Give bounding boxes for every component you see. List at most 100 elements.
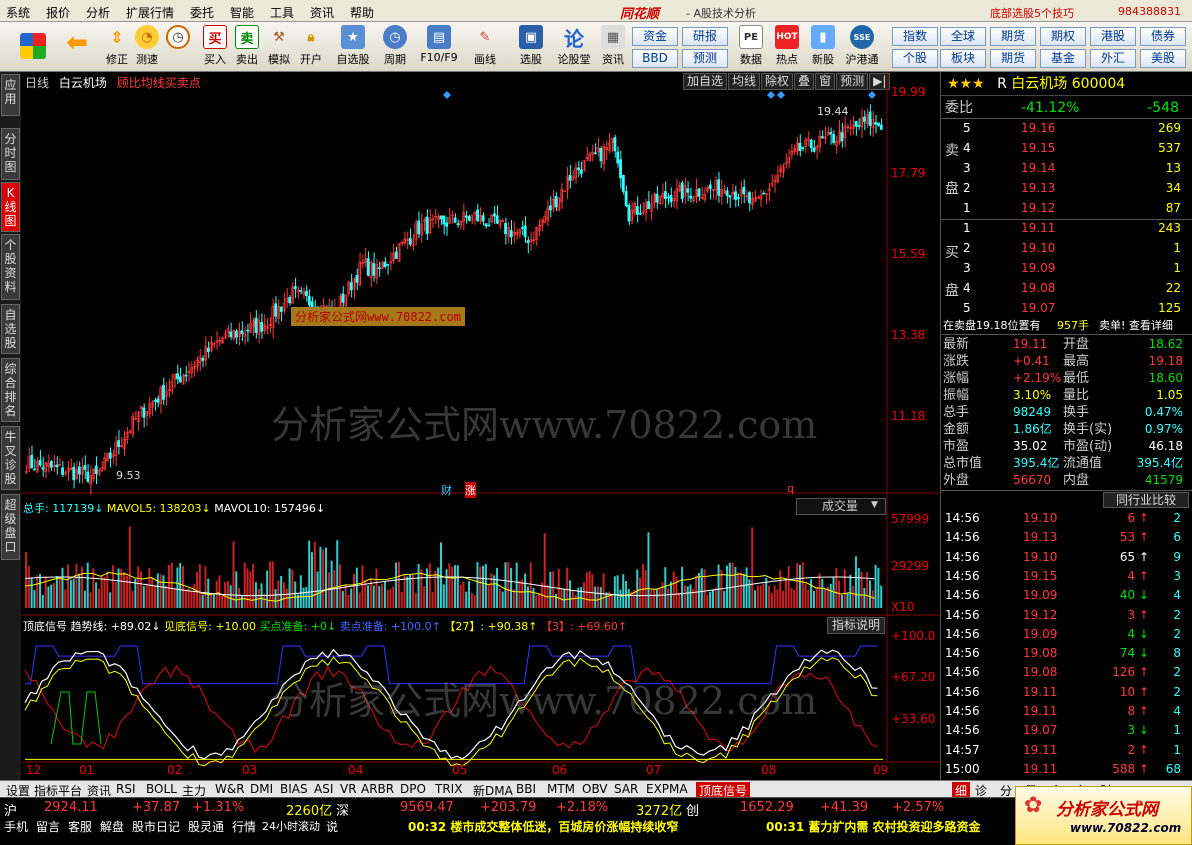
book-row[interactable]: 14:56 19.13 53 ↑ 6	[941, 529, 1192, 546]
sheet-tab[interactable]: OBV	[582, 782, 608, 796]
draw-line-button[interactable]: ✎ 画线	[470, 25, 500, 69]
sheet-tab[interactable]: VR	[340, 782, 357, 796]
menu-item-news[interactable]: 资讯	[310, 4, 334, 21]
left-tab-watchlist[interactable]: 自选股	[1, 304, 20, 354]
quick-bbd[interactable]: BBD	[632, 49, 678, 68]
book-row[interactable]: 1 19.11 243	[941, 220, 1192, 237]
hk-connect-button[interactable]: SSE 沪港通	[842, 25, 882, 69]
menu-item-tools[interactable]: 工具	[270, 4, 294, 21]
news-ticker-1[interactable]: 00:32 楼市成交整体低迷，百城房价涨幅持续收窄	[408, 818, 678, 835]
bottom-link[interactable]: 24小时滚动	[262, 818, 320, 834]
sheet-tab[interactable]: SAR	[614, 782, 638, 796]
stock-pick-button[interactable]: ▣ 选股	[516, 25, 546, 69]
book-row[interactable]: 5 19.16 269	[941, 120, 1192, 137]
chevron-down-icon[interactable]: ▼	[871, 500, 878, 510]
bottom-link[interactable]: 股市日记	[132, 818, 180, 835]
book-row[interactable]: 14:56 19.10 6 ↑ 2	[941, 510, 1192, 527]
simulate-button[interactable]: ⚒ 模拟	[264, 25, 294, 69]
rise-marker[interactable]: 涨	[465, 482, 476, 498]
book-row[interactable]: 涨跌 +0.41 最高 19.18	[941, 353, 1192, 370]
book-row[interactable]: 外盘 56670 内盘 41579	[941, 472, 1192, 489]
bottom-link[interactable]: 股灵通	[188, 818, 224, 835]
sheet-tab[interactable]: BOLL	[146, 782, 177, 796]
sheet-tab[interactable]: ASI	[314, 782, 333, 796]
menu-item-smart[interactable]: 智能	[230, 4, 254, 21]
book-row[interactable]: 总市值 395.4亿 流通值 395.4亿	[941, 455, 1192, 472]
quick-us[interactable]: 美股	[1140, 49, 1186, 68]
left-tab-diagnose[interactable]: 牛叉诊股	[1, 426, 20, 490]
book-row[interactable]: 涨幅 +2.19% 最低 18.60	[941, 370, 1192, 387]
quick-fund[interactable]: 资金	[632, 27, 678, 46]
book-row[interactable]: 4 19.15 537	[941, 140, 1192, 157]
layout-button[interactable]	[18, 25, 48, 69]
book-row[interactable]: 金额 1.86亿 换手(实) 0.97%	[941, 421, 1192, 438]
sheet-tab[interactable]: EXPMA	[646, 782, 688, 796]
sheet-tab[interactable]: DMI	[250, 782, 273, 796]
q-marker[interactable]: q	[787, 482, 794, 495]
bottom-link[interactable]: 手机	[4, 818, 28, 835]
menu-item-system[interactable]: 系统	[6, 4, 30, 21]
book-row[interactable]: 14:56 19.11 8 ↑ 4	[941, 703, 1192, 720]
sheet-tab[interactable]: TRIX	[435, 782, 462, 796]
book-row[interactable]: 1 19.12 87	[941, 200, 1192, 217]
quick-futures-2[interactable]: 期货	[990, 49, 1036, 68]
book-row[interactable]: 2 19.13 34	[941, 180, 1192, 197]
menu-item-analysis[interactable]: 分析	[86, 4, 110, 21]
left-tab-profile[interactable]: 个股资料	[1, 234, 20, 300]
book-row[interactable]: 总手 98249 换手 0.47%	[941, 404, 1192, 421]
quick-forex[interactable]: 外汇	[1090, 49, 1136, 68]
info-button[interactable]: ▦ 资讯	[598, 25, 628, 69]
left-tab-ranking[interactable]: 综合排名	[1, 358, 20, 422]
book-row[interactable]: 振幅 3.10% 量比 1.05	[941, 387, 1192, 404]
left-tab-intraday[interactable]: 分时图	[1, 128, 20, 180]
order-notice[interactable]: 在卖盘19.18位置有 957手 卖单! 查看详细	[941, 317, 1192, 334]
quick-bond[interactable]: 债券	[1140, 27, 1186, 46]
sheet-tab[interactable]: RSI	[116, 782, 136, 796]
left-tab-apps[interactable]: 应用	[1, 74, 20, 116]
quick-index[interactable]: 指数	[892, 27, 938, 46]
bottom-link[interactable]: 行情	[232, 818, 256, 835]
watchlist-button[interactable]: ★ 自选股	[336, 25, 370, 69]
left-tab-kline[interactable]: K线图	[1, 182, 20, 232]
book-row[interactable]: 4 19.08 22	[941, 280, 1192, 297]
f10-button[interactable]: ▤ F10/F9	[418, 25, 460, 69]
book-row[interactable]: 14:56 19.11 10 ↑ 2	[941, 684, 1192, 701]
book-row[interactable]: 市盈 35.02 市盈(动) 46.18	[941, 438, 1192, 455]
bottom-link[interactable]: 留言	[36, 818, 60, 835]
menu-item-quote[interactable]: 报价	[46, 4, 70, 21]
book-row[interactable]: 14:56 19.15 4 ↑ 3	[941, 568, 1192, 585]
quick-sector[interactable]: 板块	[940, 49, 986, 68]
bottom-link[interactable]: 说	[326, 818, 338, 835]
sell-button[interactable]: 卖卖出	[232, 25, 262, 69]
hotspot-button[interactable]: HOT 热点	[772, 25, 802, 69]
book-row[interactable]: 3 19.14 13	[941, 160, 1192, 177]
book-row[interactable]: 2 19.10 1	[941, 240, 1192, 257]
bottom-link[interactable]: 解盘	[100, 818, 124, 835]
sheet-tab[interactable]: W&R	[215, 782, 245, 796]
book-row[interactable]: 5 19.07 125	[941, 300, 1192, 317]
clock-button[interactable]: ◷	[163, 25, 193, 69]
sheet-tab[interactable]: BBI	[516, 782, 536, 796]
ipo-button[interactable]: ▮ 新股	[808, 25, 838, 69]
book-row[interactable]: 14:57 19.11 2 ↑ 1	[941, 742, 1192, 759]
book-row[interactable]: 3 19.09 1	[941, 260, 1192, 277]
sheet-tab[interactable]: ARBR	[361, 782, 394, 796]
book-row[interactable]: 14:56 19.08 126 ↑ 2	[941, 664, 1192, 681]
open-account-button[interactable]: 🔒︎ 开户	[296, 25, 326, 69]
bottom-link[interactable]: 客服	[68, 818, 92, 835]
quick-futures[interactable]: 期货	[990, 27, 1036, 46]
sheet-tab[interactable]: DPO	[400, 782, 426, 796]
data-button[interactable]: PE 数据	[736, 25, 766, 69]
buy-button[interactable]: 买买入	[200, 25, 230, 69]
book-row[interactable]: 14:56 19.09 40 ↓ 4	[941, 587, 1192, 604]
quick-forecast[interactable]: 预测	[682, 49, 728, 68]
book-row[interactable]: 最新 19.11 开盘 18.62	[941, 336, 1192, 353]
book-row[interactable]: 14:56 19.12 3 ↑ 2	[941, 607, 1192, 624]
quick-options[interactable]: 期权	[1040, 27, 1086, 46]
left-tab-level2[interactable]: 超级盘口	[1, 494, 20, 560]
back-button[interactable]: ⬅	[62, 25, 92, 69]
kline-chart-area[interactable]: 日线 白云机场 顾比均线买卖点 加自选 均线 除权叠窗预测 ▶| 19.99 17.7…	[21, 72, 940, 780]
promo-link[interactable]: 底部选股5个技巧	[990, 5, 1074, 21]
quick-hk[interactable]: 港股	[1090, 27, 1136, 46]
menu-item-help[interactable]: 帮助	[350, 4, 374, 21]
